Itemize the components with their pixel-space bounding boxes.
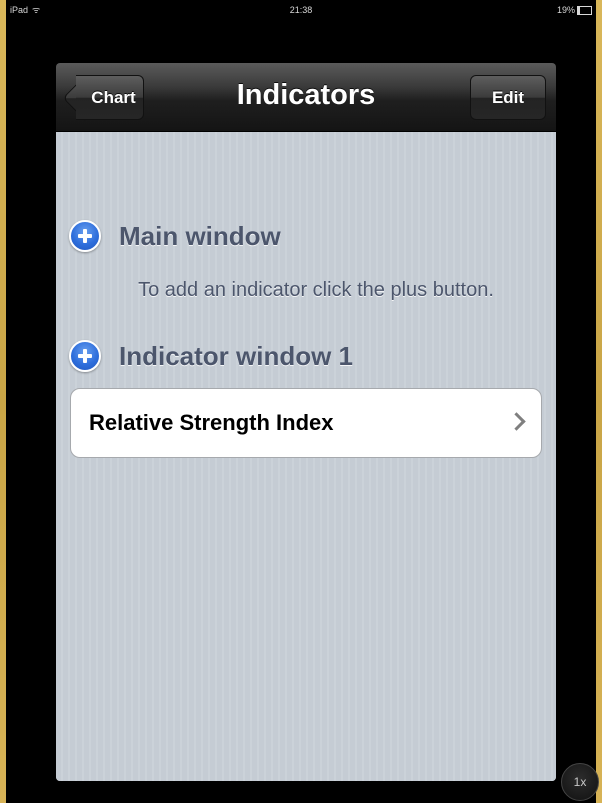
add-icon[interactable] [69, 220, 101, 252]
desktop-border-right [596, 0, 602, 803]
edit-button[interactable]: Edit [470, 75, 546, 120]
section-hint: To add an indicator click the plus butto… [138, 279, 494, 301]
navigation-bar: Chart Indicators Edit [56, 63, 556, 132]
battery-icon [577, 6, 592, 16]
zoom-level-badge[interactable]: 1x [561, 763, 599, 801]
status-bar: iPad ᯤ 21:38 19% [6, 0, 596, 20]
section-title: Indicator window 1 [119, 341, 354, 371]
section-header-indicator-window-1: Indicator window 1 [69, 338, 539, 374]
section-title: Main window [119, 221, 281, 251]
desktop-border-left [0, 0, 6, 803]
battery-percent: 19% [556, 5, 575, 15]
section-header-main-window: Main window [69, 218, 539, 254]
add-icon[interactable] [69, 340, 101, 372]
list-item-label: Relative Strength Index [89, 410, 334, 435]
status-right: 19% [557, 0, 592, 20]
status-time: 21:38 [289, 5, 313, 15]
list-item-relative-strength-index[interactable]: Relative Strength Index [70, 388, 542, 458]
chevron-right-icon [507, 412, 526, 431]
indicators-sheet: Chart Indicators Edit Main window To add… [56, 63, 556, 781]
indicators-table: Main window To add an indicator click th… [56, 132, 556, 781]
battery-fill [578, 7, 581, 15]
